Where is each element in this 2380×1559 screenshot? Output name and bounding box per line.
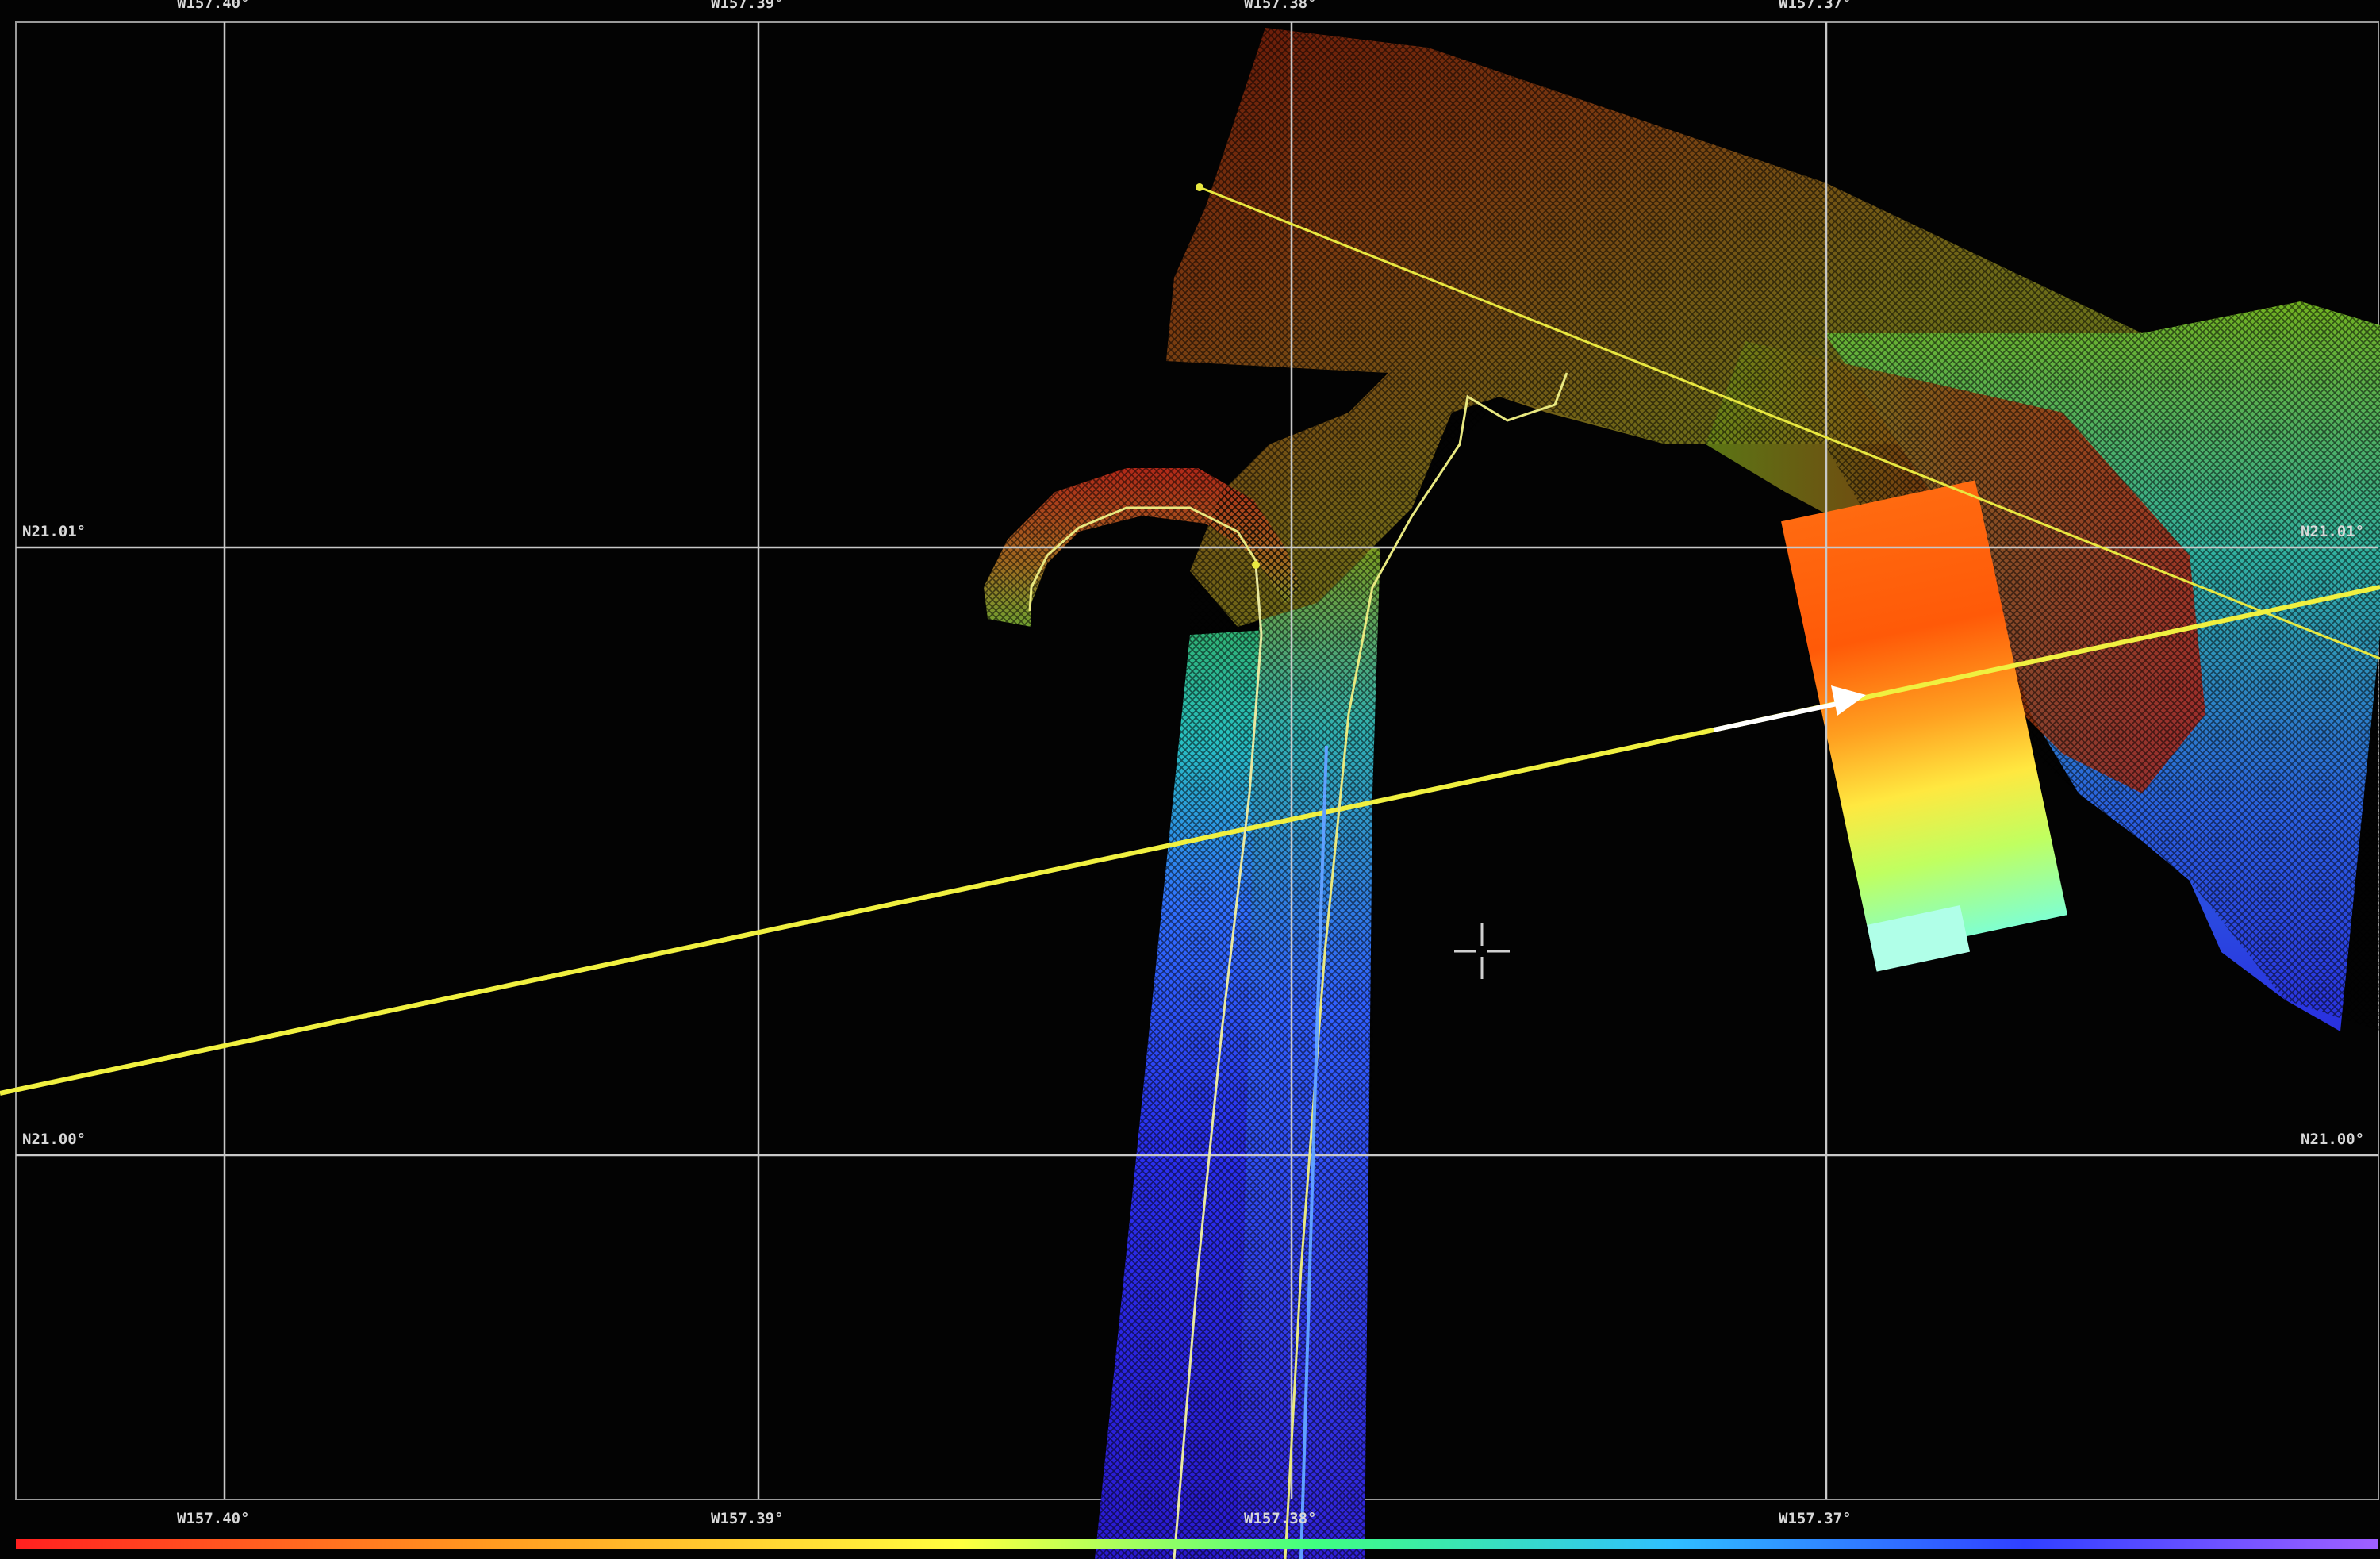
left-lat-label-00: N21.00° [22,1131,86,1148]
top-lon-label-38: W157.38° [1244,0,1317,12]
top-lon-label-40: W157.40° [177,0,250,12]
right-lat-label-01: N21.01° [2301,523,2364,540]
right-lat-label-00: N21.00° [2301,1131,2364,1148]
bottom-lon-label-39: W157.39° [711,1510,784,1527]
bottom-lon-label-37: W157.37° [1779,1510,1852,1527]
top-lon-label-37: W157.37° [1779,0,1852,12]
bathymetry-display[interactable]: W157.40° W157.39° W157.38° W157.37° W157… [0,0,2380,1559]
depth-color-scale [16,1539,2378,1549]
crosshair-icon[interactable] [1454,923,1510,979]
bathymetry-map[interactable]: W157.40° W157.39° W157.38° W157.37° W157… [0,0,2380,1559]
top-lon-label-39: W157.39° [711,0,784,12]
left-lat-label-01: N21.01° [22,523,86,540]
bottom-lon-label-38: W157.38° [1244,1510,1317,1527]
bottom-lon-label-40: W157.40° [177,1510,250,1527]
